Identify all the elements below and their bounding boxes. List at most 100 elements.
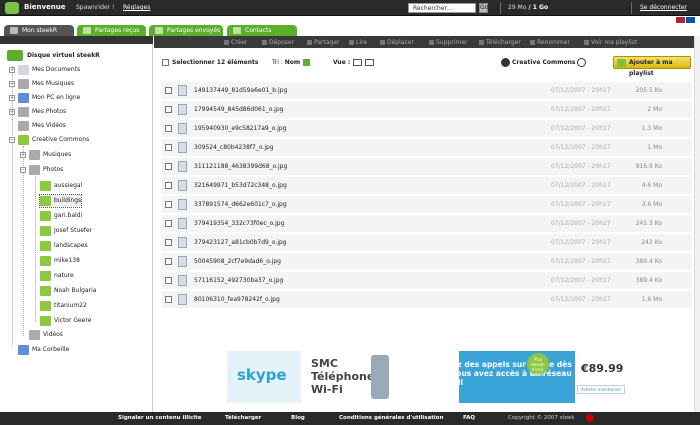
tree-item-folder[interactable]: Josef Stuefer xyxy=(40,225,92,237)
footer-faq-link[interactable]: FAQ xyxy=(463,415,475,421)
tab-partages-envoyes[interactable]: Partages envoyés xyxy=(149,25,223,36)
tree-root[interactable]: Disque virtuel steekR xyxy=(7,50,100,61)
footer-cgu-link[interactable]: Conditions générales d'utilisation xyxy=(339,415,444,421)
list-view-icon[interactable] xyxy=(365,59,375,66)
file-checkbox[interactable] xyxy=(165,163,172,170)
footer-blog-link[interactable]: Blog xyxy=(291,415,305,421)
select-all[interactable]: Selectionner 12 éléments xyxy=(162,59,258,66)
play-button[interactable]: Lire xyxy=(349,39,367,46)
buy-now-button[interactable]: Acheter maintenant xyxy=(577,385,625,394)
file-name[interactable]: 50045908_2cf7e9dad6_o.jpg xyxy=(194,258,281,265)
file-name[interactable]: 321649971_b53d72c348_o.jpg xyxy=(194,182,287,189)
logout-link[interactable]: Se déconnecter xyxy=(640,4,687,11)
file-name[interactable]: 311121188_4638399d68_o.jpg xyxy=(194,163,287,170)
file-name[interactable]: 17994549_845d86d061_o.jpg xyxy=(194,106,283,113)
file-row[interactable]: 17994549_845d86d061_o.jpg 07/12/2007 - 20… xyxy=(162,101,692,119)
tree-item-creative-commons[interactable]: Creative Commons xyxy=(18,134,89,146)
file-row[interactable]: 309524_c80b4238f7_o.jpg 07/12/2007 - 20h1… xyxy=(162,139,692,157)
file-checkbox[interactable] xyxy=(165,87,172,94)
rename-button[interactable]: Renommer xyxy=(530,39,570,46)
tree-item-musiques[interactable]: Mes Musiques xyxy=(18,78,74,90)
file-row[interactable]: 149137449_81d59a6e01_b.jpg 07/12/2007 - 2… xyxy=(162,82,692,100)
file-row[interactable]: 80106310_fea978242f_o.jpg 07/12/2007 - 20… xyxy=(162,291,692,309)
tree-item-folder[interactable]: Noah Bulgaria xyxy=(40,285,96,297)
tree-item-folder-selected[interactable]: buildings xyxy=(38,194,83,208)
tree-item-folder[interactable]: titanium22 xyxy=(40,300,87,312)
share-button[interactable]: Partager xyxy=(307,39,340,46)
file-name[interactable]: 379419354_332c73f0ec_o.jpg xyxy=(194,220,284,227)
file-name[interactable]: 80106310_fea978242f_o.jpg xyxy=(194,296,280,303)
collapse-toggle[interactable]: − xyxy=(20,167,26,173)
sort-control[interactable]: Tri : Nom xyxy=(272,59,311,66)
tree-item-videos[interactable]: Mes Vidéos xyxy=(18,120,66,132)
file-name[interactable]: 149137449_81d59a6e01_b.jpg xyxy=(194,87,287,94)
creative-commons-info[interactable]: Creative Commons xyxy=(501,58,587,67)
file-row[interactable]: 311121188_4638399d68_o.jpg 07/12/2007 - 2… xyxy=(162,158,692,176)
file-checkbox[interactable] xyxy=(165,296,172,303)
footer-report-link[interactable]: Signaler un contenu illicite xyxy=(118,415,202,421)
file-name[interactable]: 57116152_492730ba37_o.jpg xyxy=(194,277,283,284)
file-row[interactable]: 337891574_d662e601c7_o.jpg 07/12/2007 - 2… xyxy=(162,196,692,214)
search-input[interactable]: Rechercher... xyxy=(408,3,476,13)
file-row[interactable]: 50045908_2cf7e9dad6_o.jpg 07/12/2007 - 20… xyxy=(162,253,692,271)
tree-item-folder[interactable]: aussiegal xyxy=(40,180,82,192)
file-checkbox[interactable] xyxy=(165,258,172,265)
expand-toggle[interactable]: + xyxy=(9,81,15,87)
tree-item-pc-en-ligne[interactable]: Mon PC en ligne xyxy=(18,92,80,104)
file-name[interactable]: 309524_c80b4238f7_o.jpg xyxy=(194,144,274,151)
file-checkbox[interactable] xyxy=(165,277,172,284)
footer-download-link[interactable]: Télécharger xyxy=(225,415,261,421)
tree-item-photos[interactable]: Mes Photos xyxy=(18,106,66,118)
tree-item-documents[interactable]: Mes Documents xyxy=(18,64,80,76)
tree-item-cc-photos[interactable]: Photos xyxy=(29,164,63,176)
expand-toggle[interactable]: + xyxy=(9,67,15,73)
tree-item-cc-videos[interactable]: Vidéos xyxy=(29,329,63,341)
collapse-toggle[interactable]: − xyxy=(9,137,15,143)
file-checkbox[interactable] xyxy=(165,125,172,132)
file-checkbox[interactable] xyxy=(165,239,172,246)
move-button[interactable]: Déplacer xyxy=(380,39,414,46)
file-checkbox[interactable] xyxy=(165,106,172,113)
tab-partages-recus[interactable]: Partages reçus xyxy=(77,25,146,36)
file-checkbox[interactable] xyxy=(165,220,172,227)
file-checkbox[interactable] xyxy=(165,201,172,208)
download-button[interactable]: Télécharger xyxy=(479,39,521,46)
view-playlist-button[interactable]: Voir ma playlist xyxy=(584,39,637,46)
sort-arrow-icon[interactable] xyxy=(303,59,311,66)
select-all-checkbox[interactable] xyxy=(162,59,169,66)
skype-ad-banner[interactable]: skype SMC Téléphone Wi-Fi Passez des app… xyxy=(227,351,625,403)
file-row[interactable]: 379423127_a81cb0b7d9_o.jpg 07/12/2007 - 2… xyxy=(162,234,692,252)
tree-item-folder[interactable]: gari.baldi xyxy=(40,210,82,222)
search-button[interactable]: Go xyxy=(479,3,488,13)
tab-contacts[interactable]: Contacts xyxy=(227,25,297,36)
file-row[interactable]: 57116152_492730ba37_o.jpg 07/12/2007 - 20… xyxy=(162,272,692,290)
file-checkbox[interactable] xyxy=(165,144,172,151)
create-button[interactable]: Créer xyxy=(224,39,247,46)
file-row[interactable]: 321649971_b53d72c348_o.jpg 07/12/2007 - 2… xyxy=(162,177,692,195)
settings-link[interactable]: Réglages xyxy=(123,4,150,11)
scrollbar[interactable] xyxy=(694,36,700,412)
file-name[interactable]: 379423127_a81cb0b7d9_o.jpg xyxy=(194,239,287,246)
tab-mon-steekr[interactable]: Mon steekR xyxy=(4,25,74,36)
file-row[interactable]: 195940930_e9c58217a9_o.jpg 07/12/2007 - 2… xyxy=(162,120,692,138)
expand-toggle[interactable]: + xyxy=(20,152,26,158)
file-checkbox[interactable] xyxy=(165,182,172,189)
file-name[interactable]: 195940930_e9c58217a9_o.jpg xyxy=(194,125,287,132)
delete-button[interactable]: Supprimer xyxy=(429,39,467,46)
tree-item-folder[interactable]: Victor Geere xyxy=(40,315,91,327)
french-flag-icon[interactable] xyxy=(686,17,695,23)
grid-view-icon[interactable] xyxy=(353,59,363,66)
file-name[interactable]: 337891574_d662e601c7_o.jpg xyxy=(194,201,287,208)
expand-toggle[interactable]: + xyxy=(9,109,15,115)
tree-item-folder[interactable]: landscapes xyxy=(40,240,88,252)
upload-button[interactable]: Déposer xyxy=(262,39,294,46)
tree-item-cc-musiques[interactable]: Musiques xyxy=(29,149,71,161)
expand-toggle[interactable]: + xyxy=(9,95,15,101)
tree-item-folder[interactable]: nature xyxy=(40,270,74,282)
file-row[interactable]: 379419354_332c73f0ec_o.jpg 07/12/2007 - 2… xyxy=(162,215,692,233)
tree-item-folder[interactable]: mike138 xyxy=(40,255,80,267)
add-to-playlist-button[interactable]: Ajouter à ma playlist xyxy=(613,56,691,77)
tree-item-corbeille[interactable]: Ma Corbeille xyxy=(18,344,69,356)
english-flag-icon[interactable] xyxy=(676,17,685,23)
steekr-logo[interactable] xyxy=(5,2,19,14)
